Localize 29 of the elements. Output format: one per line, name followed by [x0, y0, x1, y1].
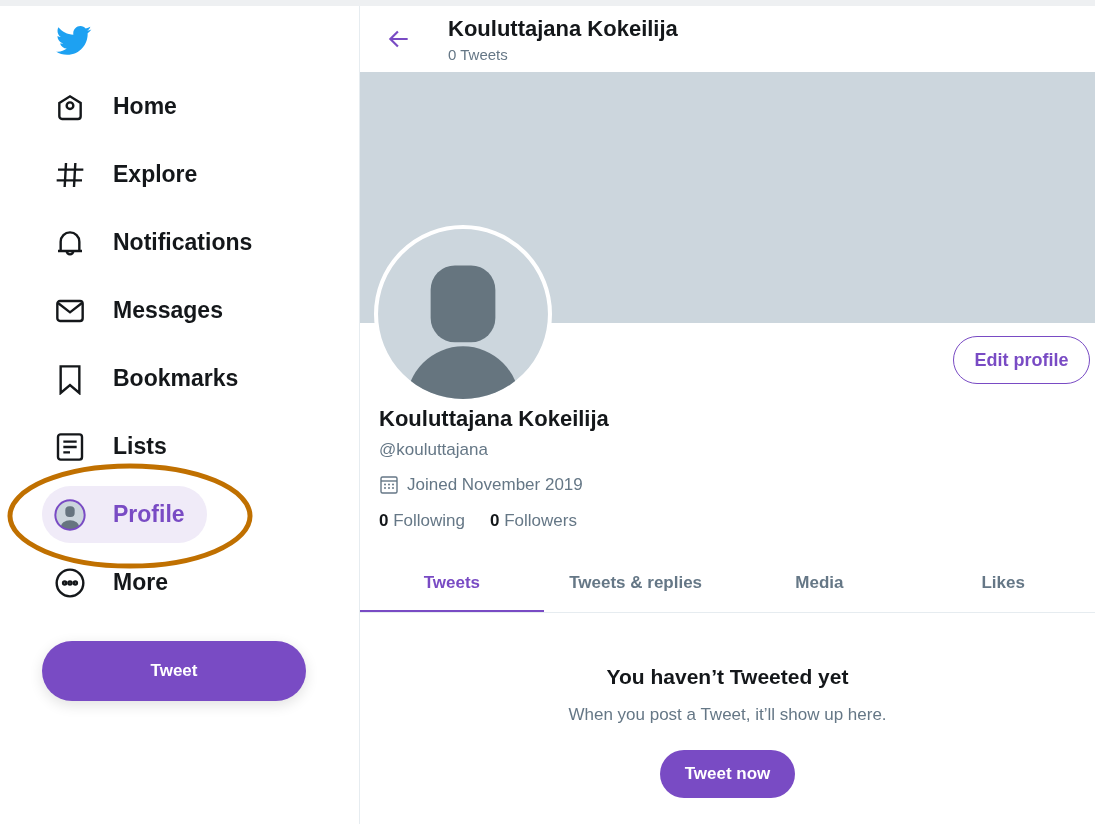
edit-profile-button[interactable]: Edit profile: [953, 336, 1090, 384]
sidebar-item[interactable]: Home: [42, 78, 199, 135]
empty-message: When you post a Tweet, it’ll show up here.: [568, 705, 887, 725]
sidebar-item[interactable]: Explore: [42, 146, 220, 203]
sidebar-item[interactable]: Notifications: [42, 214, 275, 271]
profile-tab[interactable]: Tweets & replies: [543, 555, 728, 612]
tweet-button[interactable]: Tweet: [42, 641, 306, 701]
tweet-count: 0 Tweets: [448, 45, 508, 63]
profile-handle: @kouluttajana: [379, 440, 488, 460]
sidebar-item[interactable]: More: [42, 554, 190, 611]
avatar-icon: [54, 498, 86, 531]
following-link[interactable]: 0 Following: [379, 511, 465, 531]
profile-name: Kouluttajana Kokeilija: [379, 406, 609, 432]
followers-link[interactable]: 0 Followers: [490, 511, 577, 531]
sidebar-item[interactable]: Profile: [42, 486, 207, 543]
calendar-icon: [379, 475, 399, 495]
profile-tab[interactable]: Tweets: [360, 555, 544, 612]
join-date: Joined November 2019: [407, 475, 583, 495]
sidebar-item[interactable]: Messages: [42, 282, 245, 339]
profile-tab[interactable]: Likes: [911, 555, 1095, 612]
more-icon: [54, 566, 86, 599]
sidebar-item[interactable]: Lists: [42, 418, 189, 475]
bird-logo-icon[interactable]: [56, 26, 92, 56]
profile-tab[interactable]: Media: [727, 555, 912, 612]
profile-name: Kouluttajana Kokeilija: [448, 15, 678, 42]
list-icon: [54, 430, 86, 463]
empty-title: You haven’t Tweeted yet: [606, 665, 849, 689]
tweet-now-button[interactable]: Tweet now: [660, 750, 795, 798]
sidebar-item[interactable]: Bookmarks: [42, 350, 261, 407]
